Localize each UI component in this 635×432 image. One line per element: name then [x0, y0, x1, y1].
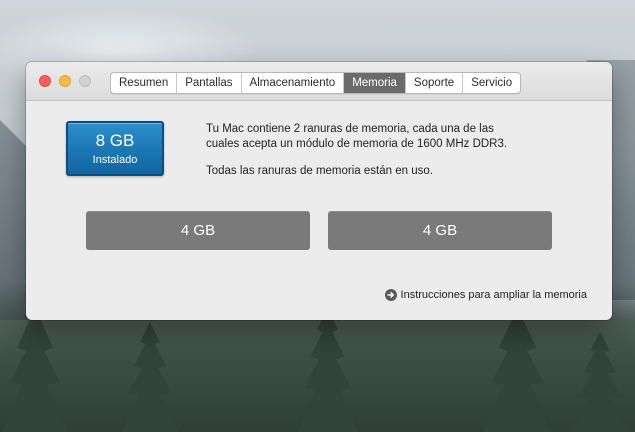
memory-slots-status: Todas las ranuras de memoria están en us… — [206, 165, 433, 177]
memory-slot-1: 4 GB — [86, 211, 310, 250]
tab-almacenamiento[interactable]: Almacenamiento — [242, 73, 345, 93]
titlebar: Resumen Pantallas Almacenamiento Memoria… — [26, 62, 612, 101]
memory-panel: 8 GB Instalado Tu Mac contiene 2 ranuras… — [26, 101, 612, 320]
zoom-button[interactable] — [79, 75, 91, 87]
close-button[interactable] — [39, 75, 51, 87]
memory-description: Tu Mac contiene 2 ranuras de memoria, ca… — [206, 122, 536, 179]
installed-memory-badge: 8 GB Instalado — [66, 121, 164, 176]
memory-slot-2: 4 GB — [328, 211, 552, 250]
tab-bar: Resumen Pantallas Almacenamiento Memoria… — [110, 72, 522, 94]
tab-soporte[interactable]: Soporte — [406, 73, 464, 93]
tab-pantallas[interactable]: Pantallas — [177, 73, 242, 93]
installed-memory-label: Instalado — [92, 154, 138, 166]
tab-servicio[interactable]: Servicio — [463, 73, 520, 93]
memory-description-line1: Tu Mac contiene 2 ranuras de memoria, ca… — [206, 123, 494, 135]
upgrade-instructions-link[interactable]: Instrucciones para ampliar la memoria — [384, 289, 587, 301]
upgrade-instructions-label: Instrucciones para ampliar la memoria — [400, 289, 587, 301]
tab-resumen[interactable]: Resumen — [111, 73, 178, 93]
arrow-circle-right-icon — [384, 289, 397, 301]
about-this-mac-window: Resumen Pantallas Almacenamiento Memoria… — [26, 62, 612, 320]
tab-memoria[interactable]: Memoria — [344, 73, 406, 93]
memory-description-line2: cuales acepta un módulo de memoria de 16… — [206, 138, 508, 150]
installed-memory-amount: 8 GB — [95, 131, 135, 150]
minimize-button[interactable] — [59, 75, 71, 87]
